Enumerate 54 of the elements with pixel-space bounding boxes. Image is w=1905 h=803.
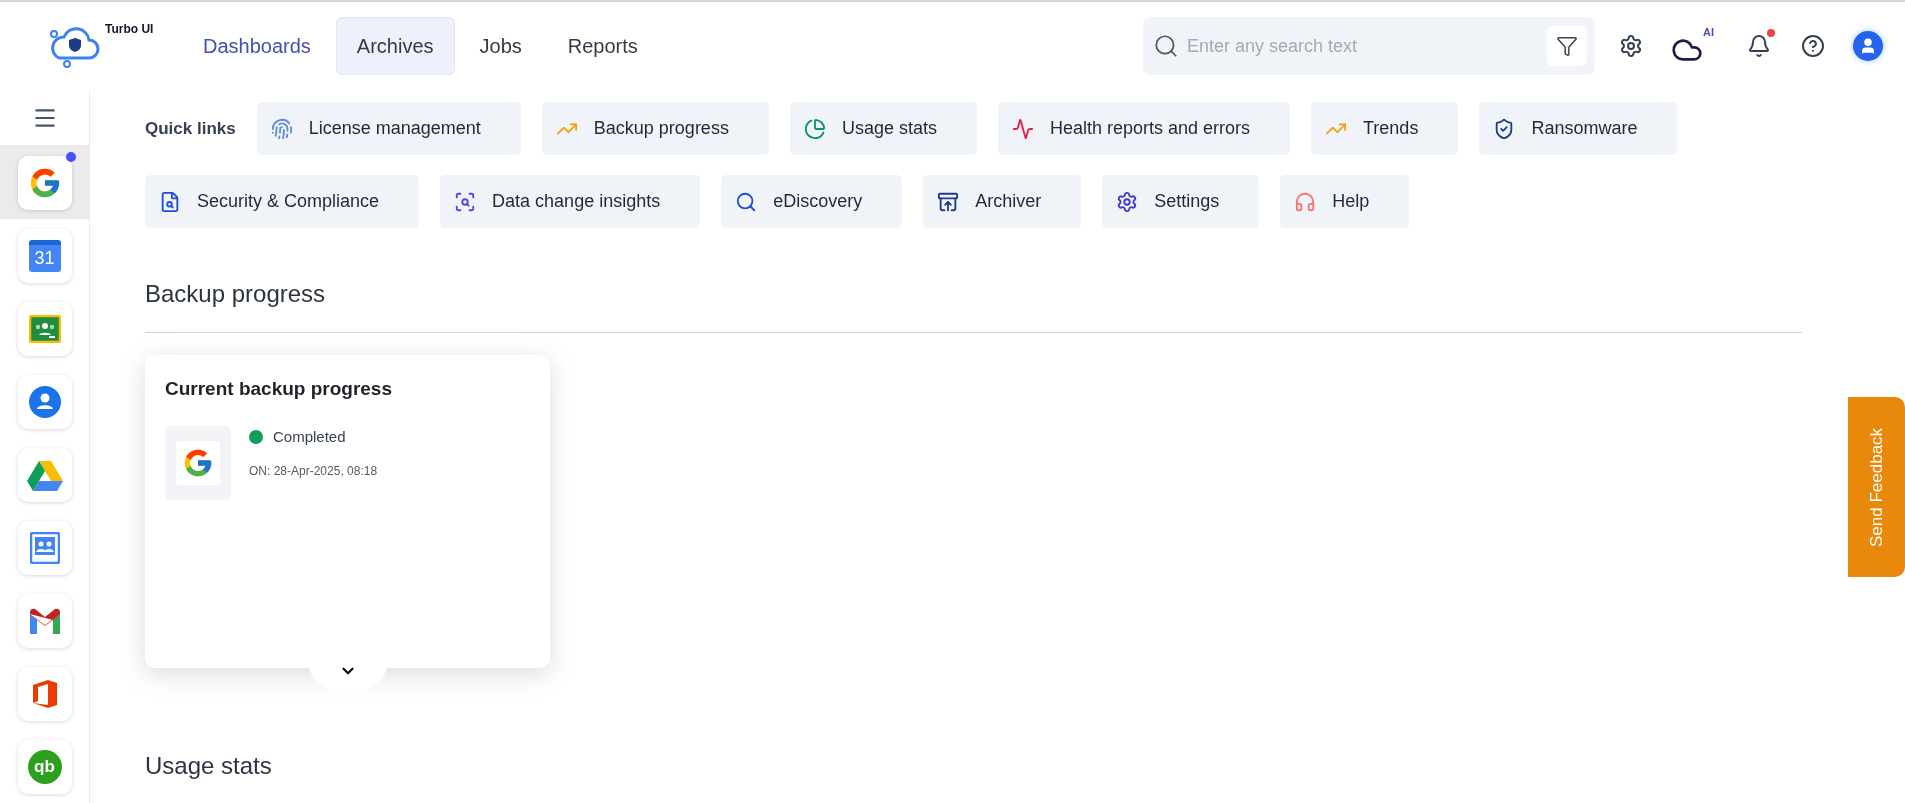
fingerprint-icon <box>270 117 293 140</box>
quick-link[interactable]: Health reports and errors <box>997 102 1291 155</box>
search-icon <box>1153 33 1179 59</box>
document-search-icon <box>159 190 181 213</box>
nav-tab[interactable]: Archives <box>335 17 455 75</box>
mail-logo-icon <box>27 607 62 634</box>
user-avatar-button[interactable] <box>1853 31 1883 61</box>
section-heading: Usage stats <box>145 751 273 781</box>
quick-link[interactable]: Ransomware <box>1479 102 1678 155</box>
quick-link[interactable]: License management <box>256 102 521 155</box>
quick-link[interactable]: Archiver <box>923 175 1082 228</box>
filter-icon <box>1556 35 1578 57</box>
search-field[interactable]: Enter any search text <box>1143 17 1595 75</box>
archive-box-icon <box>937 190 960 213</box>
pulse-icon <box>1011 117 1034 140</box>
search-input[interactable]: Enter any search text <box>1187 32 1539 60</box>
quickbooks-logo-icon: qb <box>27 749 62 784</box>
help-button[interactable] <box>1799 32 1827 60</box>
contact-person-icon <box>27 384 62 419</box>
magnifier-icon <box>735 190 758 213</box>
quick-link[interactable]: eDiscovery <box>721 175 903 228</box>
quick-link[interactable]: Security & Compliance <box>145 175 420 228</box>
office-logo-icon <box>31 678 58 709</box>
user-icon <box>1859 37 1877 55</box>
quick-link[interactable]: Trends <box>1311 102 1459 155</box>
pie-chart-icon <box>803 117 826 140</box>
filter-button[interactable] <box>1547 26 1587 66</box>
section-heading: Backup progress <box>145 279 327 309</box>
groups-card-icon <box>29 531 60 564</box>
bell-icon <box>1747 34 1771 58</box>
status-text: Completed <box>273 426 346 447</box>
help-icon <box>1801 34 1825 58</box>
backup-date: ON: 28-Apr-2025, 08:18 <box>249 463 378 480</box>
quick-link[interactable]: Usage stats <box>789 102 977 155</box>
sidebar-app-item[interactable]: 31 <box>0 219 89 292</box>
ai-cloud-button[interactable]: AI <box>1671 26 1719 66</box>
quick-link[interactable]: Backup progress <box>541 102 769 155</box>
scan-search-icon <box>454 190 477 213</box>
logo-text: Turbo UI <box>105 21 154 38</box>
nav-tab[interactable]: Reports <box>546 17 659 75</box>
quick-link[interactable]: Help <box>1280 175 1410 228</box>
nav-tab[interactable]: Jobs <box>458 17 543 75</box>
card-title: Current backup progress <box>165 377 393 401</box>
quick-links-label: Quick links <box>145 117 236 140</box>
headphones-icon <box>1294 190 1317 213</box>
sidebar-app-item[interactable] <box>0 146 89 219</box>
gear-icon <box>1116 190 1139 213</box>
classroom-icon <box>28 314 61 343</box>
calendar-icon: 31 <box>28 239 61 272</box>
quick-link[interactable]: Settings <box>1102 175 1260 228</box>
quick-link[interactable]: Data change insights <box>440 175 701 228</box>
drive-triangle-icon <box>26 458 63 491</box>
nav-tab[interactable]: Dashboards <box>182 17 332 75</box>
settings-icon <box>1619 34 1643 58</box>
